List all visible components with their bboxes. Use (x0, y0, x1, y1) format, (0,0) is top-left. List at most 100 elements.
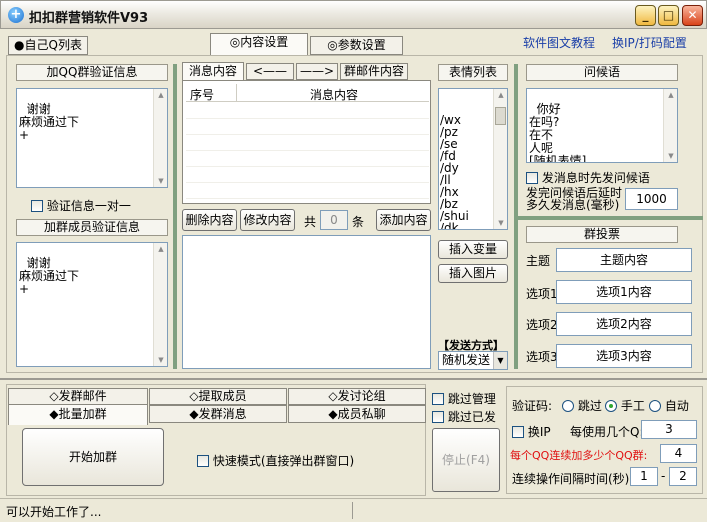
captcha-auto-radio[interactable] (649, 400, 661, 412)
per-qq-label: 每使用几个Q: (570, 425, 644, 439)
tab-extract-members[interactable]: ◇提取成员 (149, 388, 287, 405)
tutorial-link[interactable]: 软件图文教程 (523, 34, 595, 51)
skip-sent-row[interactable]: 跳过已发 (432, 408, 496, 425)
vote-option1-input[interactable]: 选项1内容 (556, 280, 692, 304)
delay-input[interactable]: 1000 (625, 188, 678, 210)
app-icon: + (8, 7, 24, 23)
divider (0, 378, 707, 380)
send-mode-select[interactable]: 随机发送 ▼ (438, 351, 508, 370)
emoji-listbox[interactable]: /wx/pz/se/fd/dy/ll/hx/bz/shui/dk/gg ▲▼ (438, 88, 508, 230)
total-count: 0 (320, 210, 348, 230)
tab-batch-join[interactable]: ◆批量加群 (8, 404, 148, 425)
greet-first-label: 发消息时先发问候语 (541, 171, 650, 185)
chevron-down-icon[interactable]: ▼ (493, 352, 507, 369)
table-row[interactable] (186, 103, 429, 119)
delay-label: 发完问候语后延时 多久发消息(毫秒) (526, 187, 622, 211)
tab-prev[interactable]: <—— (246, 63, 294, 80)
delete-content-button[interactable]: 删除内容 (182, 209, 237, 231)
close-icon[interactable]: ✕ (682, 5, 703, 26)
vote-option3-label: 选项3 (526, 350, 558, 364)
join-group-verify-textarea[interactable]: 谢谢 麻烦通过下 + ▲ ▼ (16, 88, 168, 188)
tab-group-mail[interactable]: 群邮件内容 (340, 63, 408, 80)
skip-sent-label: 跳过已发 (447, 410, 496, 424)
vote-topic-label: 主题 (526, 254, 551, 268)
change-ip-row[interactable]: 换IP (512, 423, 551, 440)
scrollbar[interactable]: ▲ ▼ (153, 89, 167, 187)
captcha-auto-option[interactable]: 自动 (649, 397, 689, 414)
insert-image-button[interactable]: 插入图片 (438, 264, 508, 283)
message-editor[interactable] (182, 235, 431, 369)
proxy-config-link[interactable]: 换IP/打码配置 (612, 34, 687, 51)
captcha-skip-option[interactable]: 跳过 (562, 397, 602, 414)
tab-next[interactable]: ——> (296, 63, 338, 80)
scrollbar[interactable]: ▲ ▼ (153, 243, 167, 366)
stop-button[interactable]: 停止(F4) (432, 428, 500, 492)
message-grid[interactable]: 序号 消息内容 (182, 80, 431, 204)
skip-sent-checkbox[interactable] (432, 411, 444, 423)
vote-option3-input[interactable]: 选项3内容 (556, 344, 692, 368)
emoji-list-caption: 表情列表 (438, 64, 508, 81)
delay-label-line2: 多久发消息(毫秒) (526, 198, 620, 212)
greeting-text: 你好 在吗? 在不 人呢 [随机表情] (529, 102, 587, 163)
title-bar: + 扣扣群营销软件V93 _ □ ✕ (0, 0, 707, 29)
captcha-label: 验证码: (512, 399, 553, 413)
tab-content-settings[interactable]: ◎内容设置 (210, 33, 308, 55)
interval-min-input[interactable]: 1 (630, 467, 658, 486)
edit-content-button[interactable]: 修改内容 (240, 209, 295, 231)
one-to-one-checkbox-row[interactable]: 验证信息一对一 (31, 197, 131, 214)
fast-mode-checkbox[interactable] (197, 455, 209, 467)
tab-private-chat[interactable]: ◆成员私聊 (288, 405, 426, 423)
max-groups-label: 每个QQ连续加多少个QQ群: (510, 449, 648, 462)
one-to-one-checkbox[interactable] (31, 200, 43, 212)
table-row[interactable] (186, 135, 429, 151)
start-join-button[interactable]: 开始加群 (22, 428, 164, 486)
tab-param-settings[interactable]: ◎参数设置 (310, 36, 403, 55)
vote-option2-label: 选项2 (526, 318, 558, 332)
greet-first-row[interactable]: 发消息时先发问候语 (526, 169, 650, 186)
tab-message-content[interactable]: 消息内容 (182, 62, 244, 81)
divider (518, 216, 703, 220)
greeting-textarea[interactable]: 你好 在吗? 在不 人呢 [随机表情] ▲ ▼ (526, 88, 678, 163)
add-member-verify-textarea[interactable]: 谢谢 麻烦通过下 + ▲ ▼ (16, 242, 168, 367)
change-ip-checkbox[interactable] (512, 426, 524, 438)
captcha-skip-label: 跳过 (577, 399, 602, 413)
join-group-verify-text: 谢谢 麻烦通过下 + (19, 102, 80, 142)
status-text: 可以开始工作了... (6, 505, 102, 519)
vote-option2-input[interactable]: 选项2内容 (556, 312, 692, 336)
captcha-manual-option[interactable]: 手工 (605, 397, 645, 414)
maximize-icon[interactable]: □ (658, 5, 679, 26)
status-bar: 可以开始工作了... (0, 498, 707, 522)
captcha-skip-radio[interactable] (562, 400, 574, 412)
tab-group-mail-task[interactable]: ◇发群邮件 (8, 388, 148, 405)
vote-caption: 群投票 (526, 226, 678, 243)
scrollbar[interactable]: ▲ ▼ (663, 89, 677, 162)
interval-label: 连续操作间隔时间(秒) (512, 472, 630, 486)
tab-group-message[interactable]: ◆发群消息 (149, 405, 287, 423)
captcha-manual-label: 手工 (620, 399, 645, 413)
table-row[interactable] (186, 151, 429, 167)
interval-max-input[interactable]: 2 (669, 467, 697, 486)
skip-admin-row[interactable]: 跳过管理 (432, 390, 496, 407)
send-mode-value: 随机发送 (442, 353, 491, 367)
per-qq-input[interactable]: 3 (641, 420, 697, 439)
greet-first-checkbox[interactable] (526, 172, 538, 184)
total-suffix: 条 (352, 215, 365, 229)
add-member-verify-text: 谢谢 麻烦通过下 + (19, 256, 80, 296)
change-ip-label: 换IP (527, 425, 551, 439)
tab-discussion-group[interactable]: ◇发讨论组 (288, 388, 426, 405)
insert-variable-button[interactable]: 插入变量 (438, 240, 508, 259)
table-row[interactable] (186, 167, 429, 183)
greeting-caption: 问候语 (526, 64, 678, 81)
scrollbar[interactable]: ▲ ▼ (493, 89, 507, 229)
table-row[interactable] (186, 183, 429, 199)
add-content-button[interactable]: 添加内容 (376, 209, 431, 231)
fast-mode-row[interactable]: 快速模式(直接弹出群窗口) (197, 452, 354, 469)
tab-own-qq[interactable]: ●自己Q列表 (8, 36, 88, 55)
vote-topic-input[interactable]: 主题内容 (556, 248, 692, 272)
max-groups-input[interactable]: 4 (660, 444, 697, 463)
table-row[interactable] (186, 119, 429, 135)
skip-admin-checkbox[interactable] (432, 393, 444, 405)
captcha-manual-radio[interactable] (605, 400, 617, 412)
minimize-icon[interactable]: _ (635, 5, 656, 26)
grid-header-index: 序号 (190, 88, 215, 102)
